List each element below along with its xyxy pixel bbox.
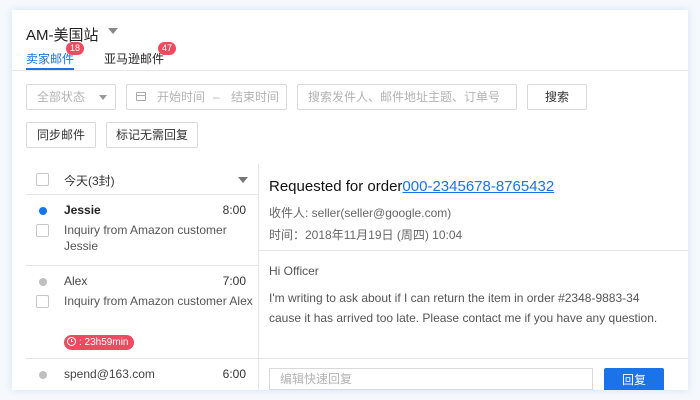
reply-button[interactable]: 回复 (604, 368, 664, 390)
chevron-down-icon (99, 95, 107, 100)
mail-recipient: 收件人: seller(seller@google.com) (269, 206, 452, 220)
date-end-placeholder: 结束时间 (231, 90, 280, 104)
read-dot-icon (39, 371, 47, 379)
mail-time: 7:00 (222, 274, 246, 288)
tab-amazon-mail[interactable]: 亚马逊邮件 (104, 50, 164, 67)
mail-sent-time: 时间：2018年11月19日 (周四) 10:04 (269, 228, 463, 242)
search-button[interactable]: 搜索 (527, 84, 587, 110)
mail-time: 6:00 (222, 367, 246, 381)
mail-sender: Jessie (64, 203, 101, 217)
store-title[interactable]: AM-美国站 (26, 24, 99, 45)
list-item[interactable]: spend@163.com 6:00 (26, 359, 258, 390)
mail-checkbox[interactable] (36, 224, 49, 237)
calendar-icon (136, 92, 146, 101)
quick-reply-input[interactable]: 编辑快速回复 (269, 368, 593, 390)
tabs-divider (12, 70, 688, 71)
reply-countdown-text: : 23h59min (79, 337, 129, 348)
select-all-checkbox[interactable] (36, 173, 49, 186)
unread-dot-icon (39, 207, 47, 215)
mail-subject-prefix: Requested for order (269, 178, 403, 195)
date-range-separator: – (213, 90, 220, 104)
status-select[interactable]: 全部状态 (26, 84, 116, 110)
search-input[interactable]: 搜索发件人、邮件地址主题、订单号 (297, 84, 517, 110)
mail-card: AM-美国站 卖家邮件 18 亚马逊邮件 47 全部状态 开始时间 – 结束时间… (12, 10, 688, 390)
mail-list-date-group: 今天(3封) (64, 174, 115, 188)
status-select-value: 全部状态 (37, 90, 86, 104)
seller-mail-count-badge: 18 (66, 42, 85, 55)
date-range-picker[interactable]: 开始时间 – 结束时间 (126, 84, 287, 110)
mail-detail: Requested for order000-2345678-8765432 收… (259, 164, 688, 390)
reply-divider (259, 358, 688, 359)
store-chevron-down-icon[interactable] (108, 28, 118, 34)
mail-subject: Requested for order000-2345678-8765432 (269, 178, 554, 195)
mail-sender: spend@163.com (64, 367, 155, 381)
date-start-placeholder: 开始时间 (157, 90, 206, 104)
detail-divider (259, 250, 688, 251)
mark-no-reply-button[interactable]: 标记无需回复 (106, 122, 198, 148)
sync-mail-button[interactable]: 同步邮件 (26, 122, 96, 148)
chevron-down-icon[interactable] (238, 177, 248, 183)
mail-preview: Inquiry from Amazon customer Alex (64, 294, 253, 308)
order-number-link[interactable]: 000-2345678-8765432 (402, 178, 554, 195)
mail-list-header: 今天(3封) (26, 164, 258, 195)
amazon-mail-count-badge: 47 (158, 42, 177, 55)
mail-sender: Alex (64, 274, 88, 288)
mail-time: 8:00 (222, 203, 246, 217)
list-item[interactable]: Jessie 8:00 Inquiry from Amazon customer… (26, 195, 258, 266)
mail-preview: Inquiry from Amazon customer Jessie (64, 223, 227, 253)
mail-body: I'm writing to ask about if I can return… (269, 291, 658, 325)
list-item[interactable]: Alex 7:00 Inquiry from Amazon customer A… (26, 266, 258, 359)
mail-list: 今天(3封) Jessie 8:00 Inquiry from Amazon c… (26, 164, 259, 390)
mail-checkbox[interactable] (36, 295, 49, 308)
read-dot-icon (39, 278, 47, 286)
reply-countdown-badge: : 23h59min (64, 335, 135, 350)
mail-greeting: Hi Officer (269, 264, 319, 278)
clock-icon (67, 336, 76, 346)
